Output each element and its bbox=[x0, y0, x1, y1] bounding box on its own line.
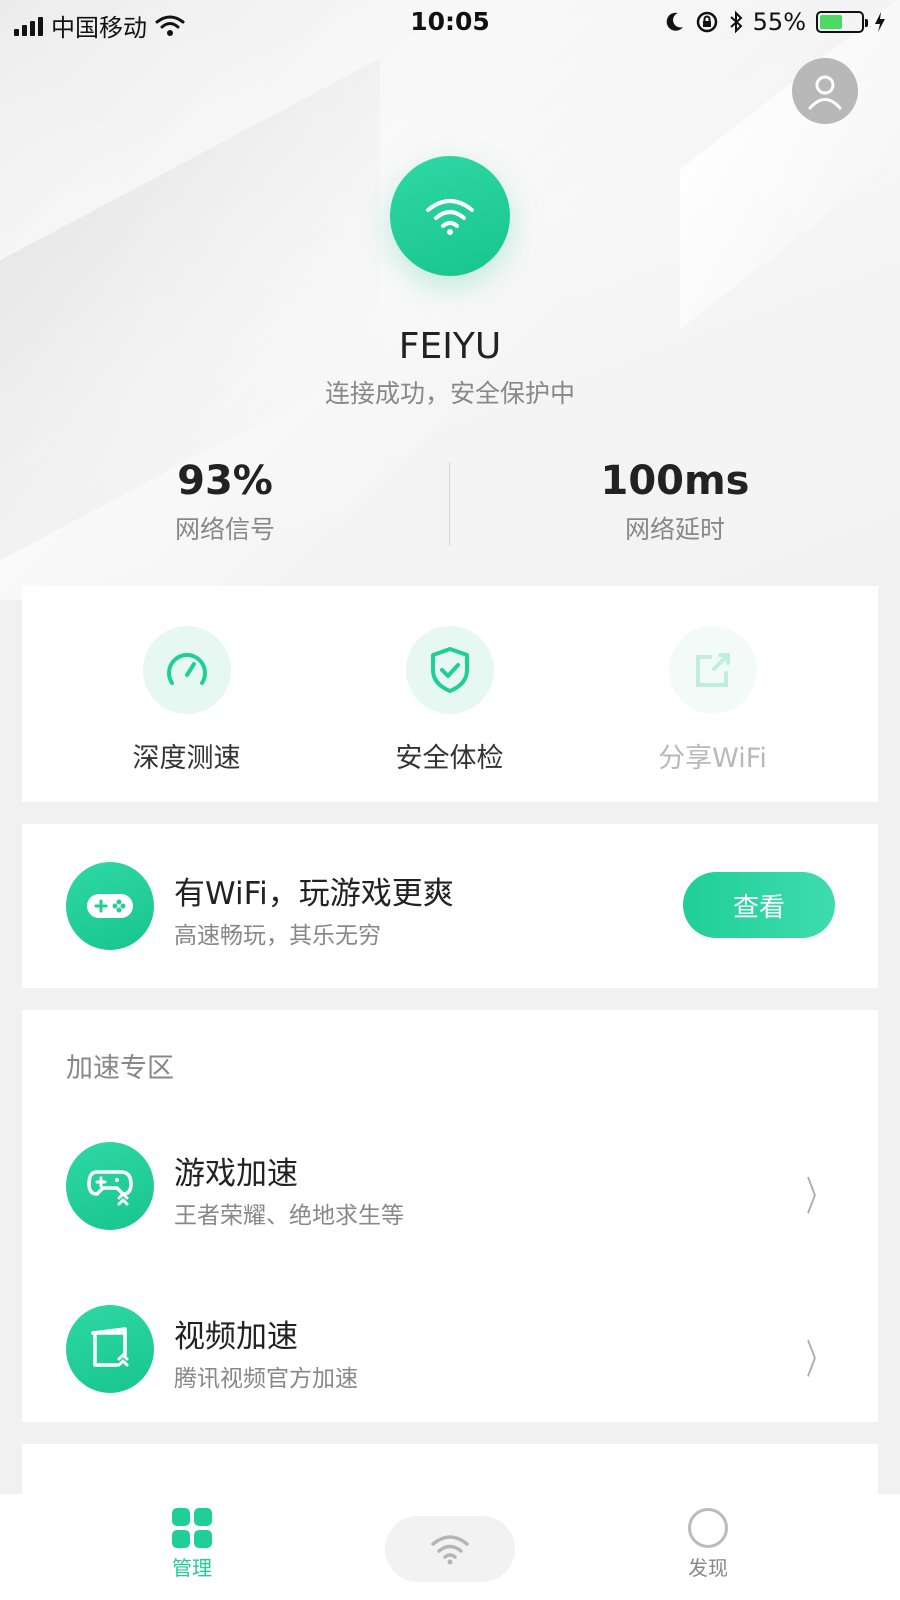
tools-card: 深度测速 安全体检 分享WiFi bbox=[22, 586, 878, 802]
section-title: 加速专区 bbox=[66, 1053, 174, 1084]
status-bar: 中国移动 10:05 55% bbox=[0, 0, 900, 44]
moon-icon bbox=[666, 12, 683, 31]
game-promo-card: 有WiFi，玩游戏更爽 高速畅玩，其乐无穷 查看 bbox=[22, 824, 878, 988]
battery-icon bbox=[816, 11, 868, 33]
bluetooth-icon bbox=[729, 10, 743, 34]
rotation-lock-icon bbox=[696, 11, 717, 33]
user-icon bbox=[808, 75, 842, 110]
wifi-icon bbox=[426, 199, 474, 235]
video-boost-row[interactable]: 视频加速 腾讯视频官方加速 〉 bbox=[22, 1297, 878, 1407]
speed-test-label: 深度测速 bbox=[132, 743, 241, 774]
game-boost-icon bbox=[66, 1142, 154, 1230]
game-boost-description: 王者荣耀、绝地求生等 bbox=[174, 1203, 404, 1229]
grid-icon bbox=[132, 1508, 252, 1548]
acceleration-card: 加速专区 游戏加速 王者荣耀、绝地求生等 〉 视频加速 腾讯视频官方加速 〉 bbox=[22, 1010, 878, 1422]
tab-wifi[interactable] bbox=[385, 1516, 515, 1582]
latency-stat: 100ms 网络延时 bbox=[450, 458, 900, 546]
wifi-icon bbox=[431, 1535, 469, 1565]
signal-value: 93% bbox=[177, 458, 273, 504]
share-wifi-button[interactable]: 分享WiFi bbox=[570, 626, 855, 775]
network-stats: 93% 网络信号 100ms 网络延时 bbox=[0, 458, 900, 550]
promo-subtitle: 高速畅玩，其乐无穷 bbox=[174, 923, 381, 949]
game-boost-row[interactable]: 游戏加速 王者荣耀、绝地求生等 〉 bbox=[22, 1134, 878, 1244]
view-button[interactable]: 查看 bbox=[683, 872, 835, 938]
security-check-label: 安全体检 bbox=[395, 743, 504, 774]
tab-manage[interactable]: 管理 bbox=[132, 1508, 252, 1581]
connection-status: 连接成功，安全保护中 bbox=[324, 379, 575, 408]
chevron-right-icon: 〉 bbox=[806, 1174, 830, 1220]
discover-icon bbox=[688, 1508, 728, 1548]
battery-level bbox=[820, 15, 842, 29]
latency-label: 网络延时 bbox=[624, 515, 725, 544]
shield-check-icon bbox=[405, 626, 494, 714]
tab-discover-label: 发现 bbox=[688, 1556, 728, 1580]
battery-percent: 55% bbox=[752, 8, 806, 36]
game-boost-title: 游戏加速 bbox=[174, 1156, 298, 1192]
video-boost-description: 腾讯视频官方加速 bbox=[174, 1366, 358, 1392]
security-check-button[interactable]: 安全体检 bbox=[307, 626, 592, 775]
wifi-connected-button[interactable] bbox=[390, 156, 510, 276]
latency-value: 100ms bbox=[600, 458, 750, 504]
tab-manage-label: 管理 bbox=[172, 1556, 212, 1580]
share-icon bbox=[668, 626, 757, 714]
signal-label: 网络信号 bbox=[174, 515, 275, 544]
speed-test-button[interactable]: 深度测速 bbox=[44, 626, 329, 775]
user-avatar-button[interactable] bbox=[792, 58, 858, 124]
speedometer-icon bbox=[142, 626, 231, 714]
video-boost-icon bbox=[66, 1305, 154, 1393]
promo-title: 有WiFi，玩游戏更爽 bbox=[174, 876, 454, 912]
gamepad-icon bbox=[66, 862, 154, 950]
tab-discover[interactable]: 发现 bbox=[648, 1508, 768, 1581]
chevron-right-icon: 〉 bbox=[806, 1337, 830, 1383]
video-boost-title: 视频加速 bbox=[174, 1319, 298, 1355]
network-ssid: FEIYU bbox=[398, 326, 502, 367]
bottom-tab-bar: 管理 发现 bbox=[0, 1494, 900, 1600]
signal-stat: 93% 网络信号 bbox=[0, 458, 450, 546]
charging-icon bbox=[875, 12, 885, 32]
share-wifi-label: 分享WiFi bbox=[658, 743, 767, 774]
